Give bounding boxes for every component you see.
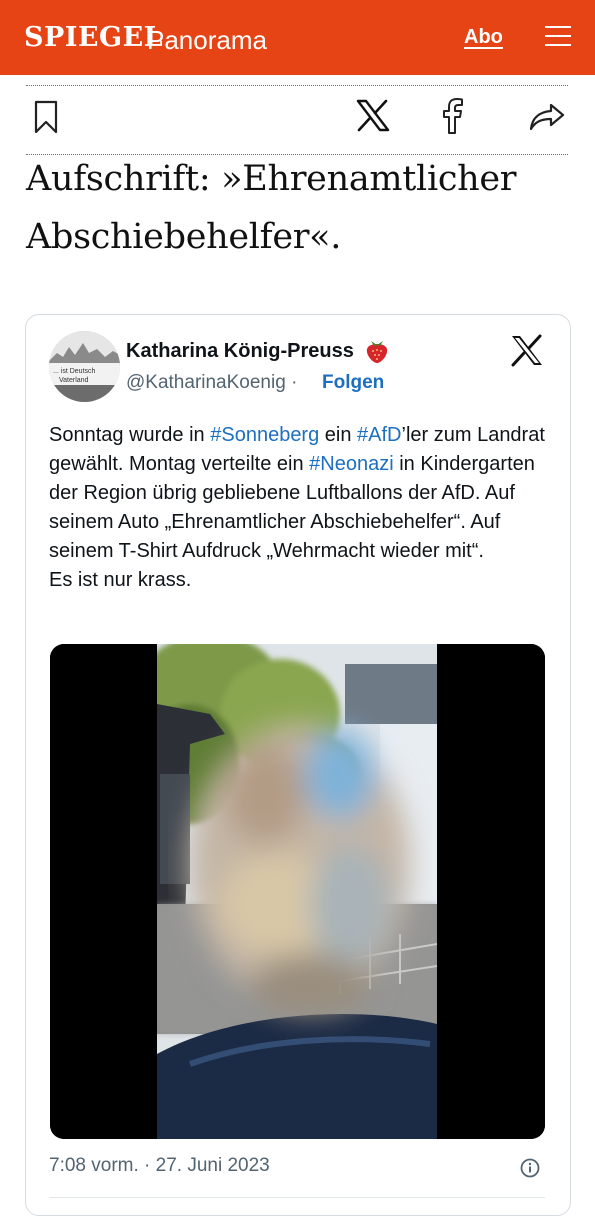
info-icon[interactable] [520,1158,540,1183]
spiegel-logo[interactable]: SPIEGEL [24,22,163,53]
headline-line-1: Aufschrift: »Ehrenamtlicher [26,159,517,199]
top-bar: SPIEGEL Panorama Abo [0,0,595,75]
article-headline: Aufschrift: »Ehrenamtlicher Abschiebehel… [26,150,586,266]
handle-text[interactable]: @KatharinaKoenig [126,372,286,393]
facebook-icon[interactable] [441,97,465,140]
hashtag-link[interactable]: #Neonazi [309,453,394,475]
svg-text:Vaterland: Vaterland [59,377,89,384]
tweet-footer-divider [49,1197,545,1198]
strawberry-icon [365,338,389,369]
avatar-banner-text: ... ist Deutsch [53,368,96,375]
tweet-video[interactable] [50,644,545,1139]
tweet-text: Sonntag wurde in #Sonneberg ein #AfD’ler… [49,421,549,595]
bookmark-icon[interactable] [34,100,58,139]
tweet-timestamp[interactable]: 7:08 vorm. · 27. Juni 2023 [49,1155,270,1177]
headline-line-2: Abschiebehelfer«. [26,217,342,257]
tweet-text-part: Es ist nur krass. [49,569,192,591]
hashtag-link[interactable]: #AfD [357,424,401,446]
avatar[interactable]: ... ist Deutsch Vaterland [49,331,120,402]
share-arrow-icon[interactable] [529,102,565,137]
tweet-text-part: ein [319,424,358,446]
divider-top [26,85,568,86]
separator-dot: · [291,372,298,393]
tweet-author-handle[interactable]: @KatharinaKoenig · [126,372,297,394]
section-title[interactable]: Panorama [147,25,267,56]
abo-link[interactable]: Abo [464,26,503,49]
x-logo-icon[interactable] [356,99,390,137]
hamburger-icon[interactable] [545,26,571,46]
tweet-text-part: Sonntag wurde in [49,424,211,446]
x-logo-icon[interactable] [510,334,544,372]
follow-button[interactable]: Folgen [322,372,384,394]
hashtag-link[interactable]: #Sonneberg [210,424,319,446]
tweet-author-name[interactable]: Katharina König-Preuss [126,340,354,363]
